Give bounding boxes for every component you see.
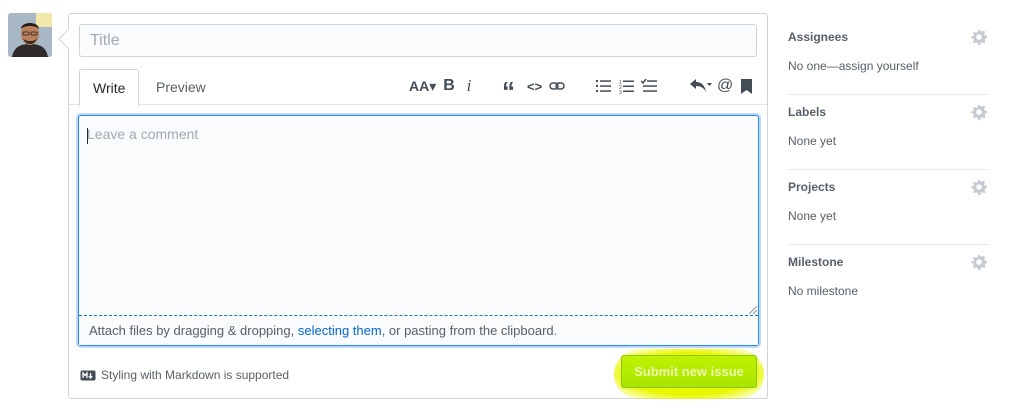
attach-suffix: , or pasting from the clipboard.	[381, 323, 558, 338]
markdown-help-label: Styling with Markdown is supported	[101, 368, 290, 382]
tab-preview[interactable]: Preview	[143, 69, 219, 106]
mention-button[interactable]: @	[715, 74, 735, 98]
gear-icon[interactable]	[970, 28, 988, 46]
attach-prefix: Attach files by dragging & dropping,	[89, 323, 298, 338]
new-issue-form: Write Preview AA▾ B i “ <> 1 2 3	[58, 13, 768, 399]
svg-text:3: 3	[619, 90, 622, 94]
labels-heading: Labels	[788, 105, 827, 119]
link-icon	[549, 82, 565, 90]
saved-reply-button[interactable]	[738, 74, 754, 98]
bookmark-icon	[740, 78, 752, 94]
file-attach-area[interactable]: Attach files by dragging & dropping, sel…	[79, 315, 758, 345]
issue-title-input[interactable]	[79, 24, 757, 57]
sidebar-projects: Projects None yet	[788, 170, 989, 245]
markdown-help[interactable]: Styling with Markdown is supported	[80, 368, 289, 382]
list-unordered-icon	[596, 80, 611, 92]
sidebar-milestone: Milestone No milestone	[788, 245, 989, 320]
user-photo	[8, 13, 52, 57]
projects-value: None yet	[788, 209, 837, 223]
issue-sidebar: Assignees No one—assign yourself Labels …	[788, 20, 989, 320]
list-ordered-icon: 1 2 3	[619, 80, 634, 94]
markdown-icon	[80, 370, 96, 380]
select-files-link[interactable]: selecting them	[298, 323, 382, 338]
comment-textarea[interactable]	[79, 116, 758, 314]
bulleted-list-button[interactable]	[594, 74, 613, 98]
task-list-button[interactable]	[639, 74, 659, 98]
gear-icon[interactable]	[970, 178, 988, 196]
quote-button[interactable]: “	[500, 74, 517, 106]
gear-icon[interactable]	[970, 253, 988, 271]
italic-button[interactable]: i	[461, 74, 477, 98]
sidebar-labels: Labels None yet	[788, 95, 989, 170]
milestone-value: No milestone	[788, 284, 859, 298]
assignees-value[interactable]: No one—assign yourself	[788, 59, 919, 73]
tasklist-icon	[641, 79, 657, 92]
text-caret	[87, 128, 88, 144]
milestone-heading: Milestone	[788, 255, 844, 269]
link-button[interactable]	[547, 74, 567, 98]
submit-issue-button[interactable]: Submit new issue	[621, 355, 757, 388]
bold-button[interactable]: B	[441, 74, 457, 98]
gear-icon[interactable]	[970, 103, 988, 121]
numbered-list-button[interactable]: 1 2 3	[617, 74, 636, 98]
reply-button[interactable]	[688, 74, 714, 98]
reply-icon	[690, 79, 712, 92]
header-text-button[interactable]: AA▾	[407, 74, 438, 98]
assignees-heading: Assignees	[788, 30, 849, 44]
panel-pointer	[58, 29, 78, 49]
tab-write[interactable]: Write	[79, 69, 140, 106]
code-button[interactable]: <>	[525, 74, 544, 98]
labels-value: None yet	[788, 134, 837, 148]
avatar[interactable]	[8, 13, 52, 57]
sidebar-assignees: Assignees No one—assign yourself	[788, 20, 989, 95]
projects-heading: Projects	[788, 180, 836, 194]
resize-handle[interactable]	[749, 306, 757, 314]
comment-editor: Attach files by dragging & dropping, sel…	[78, 115, 759, 346]
